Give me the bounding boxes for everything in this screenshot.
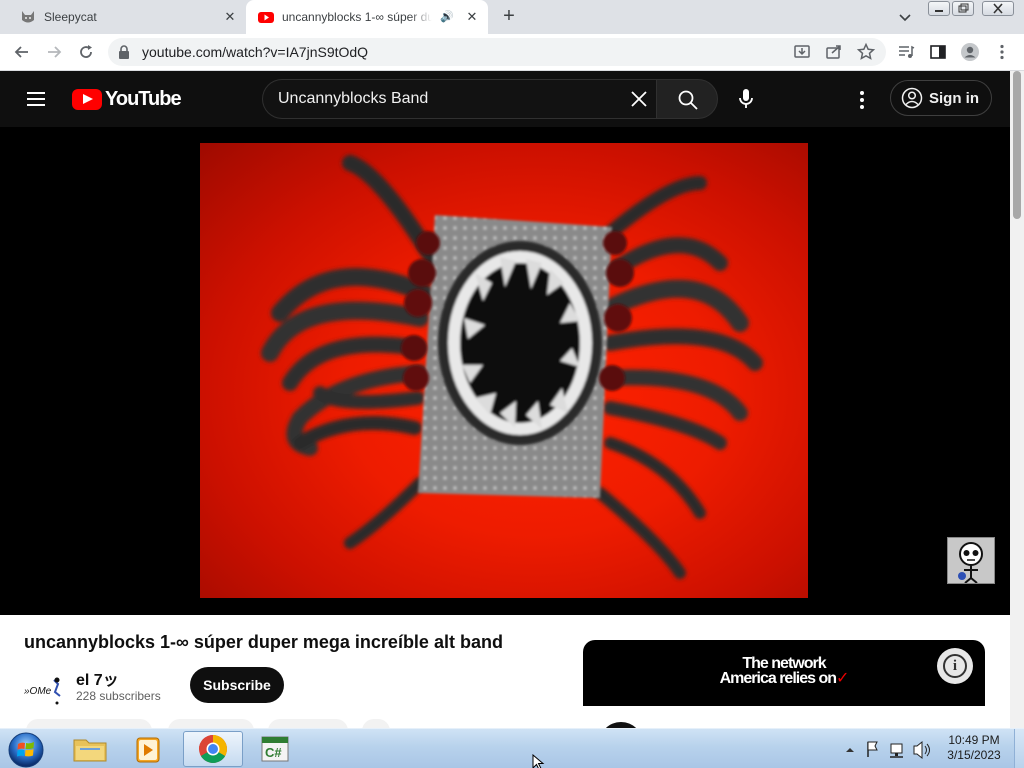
new-tab-button[interactable]: +	[498, 6, 520, 28]
tab-sleepycat[interactable]: Sleepycat ✕	[0, 0, 246, 34]
url-text[interactable]: youtube.com/watch?v=IA7jnS9tOdQ	[142, 44, 368, 60]
close-tab-icon[interactable]: ✕	[222, 9, 238, 25]
browser-toolbar: youtube.com/watch?v=IA7jnS9tOdQ	[0, 34, 1024, 71]
search-icon	[678, 90, 698, 110]
settings-menu-icon[interactable]	[850, 88, 874, 112]
show-hidden-icons-icon	[846, 748, 854, 752]
tab-title: uncannyblocks 1-∞ súper du	[282, 10, 432, 24]
subscriber-count: 228 subscribers	[76, 689, 161, 703]
reload-icon[interactable]	[76, 42, 96, 62]
svg-text:»OMe: »OMe	[24, 686, 52, 697]
logo-text: YouTube	[105, 87, 182, 110]
video-content-image	[261, 155, 763, 579]
svg-text:C#: C#	[265, 745, 282, 760]
share-icon[interactable]	[824, 42, 844, 62]
channel-watermark[interactable]	[947, 537, 995, 584]
sidebar-ad-banner[interactable]: The network America relies on✓ i	[583, 640, 985, 740]
restore-window-button[interactable]	[952, 1, 974, 16]
close-tab-icon[interactable]: ✕	[464, 9, 480, 25]
close-window-button[interactable]	[982, 1, 1014, 16]
ad-headline: The network America relies on✓	[583, 656, 985, 687]
video-info-area: uncannyblocks 1-∞ súper duper mega incre…	[0, 615, 1010, 740]
chrome-icon	[199, 735, 227, 763]
tab-title: Sleepycat	[44, 10, 97, 24]
back-arrow-icon[interactable]	[12, 42, 32, 62]
volume-icon	[913, 740, 930, 760]
profile-avatar-icon[interactable]	[960, 42, 980, 62]
media-player-icon	[136, 737, 160, 763]
show-desktop-button[interactable]	[1014, 729, 1024, 768]
taskbar-csharp-editor[interactable]: C#	[250, 731, 302, 767]
checkmark-icon: ✓	[836, 670, 849, 687]
youtube-play-logo-icon	[72, 88, 102, 110]
install-app-icon[interactable]	[792, 42, 812, 62]
action-center-flag-icon	[867, 741, 878, 757]
subscribe-button[interactable]: Subscribe	[190, 667, 284, 703]
tab-youtube-video[interactable]: uncannyblocks 1-∞ súper du 🔊 ✕	[246, 0, 488, 34]
windows-taskbar: C# 10:49 PM 3/15/2023	[0, 728, 1024, 768]
youtube-logo[interactable]: YouTube	[72, 87, 182, 111]
mouse-cursor-icon	[532, 754, 545, 768]
channel-name[interactable]: el 7ッ	[76, 666, 119, 690]
csharp-file-icon: C#	[261, 736, 289, 762]
account-circle-icon	[901, 87, 923, 109]
screen: Sleepycat ✕ uncannyblocks 1-∞ súper du 🔊…	[0, 0, 1024, 768]
folder-icon	[73, 739, 107, 762]
taskbar-file-explorer[interactable]	[64, 731, 116, 767]
chevron-down-icon[interactable]	[896, 8, 914, 26]
taskbar-chrome[interactable]	[183, 731, 243, 767]
scrollbar-thumb[interactable]	[1013, 71, 1021, 219]
search-button[interactable]	[656, 79, 718, 119]
sign-in-label: Sign in	[929, 89, 979, 107]
sign-in-button[interactable]: Sign in	[890, 80, 992, 116]
forward-arrow-icon[interactable]	[44, 42, 64, 62]
video-frame[interactable]	[200, 143, 808, 598]
info-icon: i	[943, 654, 967, 678]
kebab-menu-icon[interactable]	[992, 42, 1012, 62]
search-box[interactable]	[262, 79, 656, 119]
youtube-favicon-icon	[258, 12, 274, 23]
clear-search-icon[interactable]	[629, 89, 649, 109]
side-panel-icon[interactable]	[928, 42, 948, 62]
lock-icon[interactable]	[118, 45, 130, 59]
start-button[interactable]	[6, 730, 46, 768]
page-scrollbar[interactable]	[1010, 71, 1024, 728]
ad-line-2-text: America relies on	[719, 670, 837, 687]
hamburger-menu-icon[interactable]	[24, 87, 48, 111]
minimize-window-button[interactable]	[928, 1, 950, 16]
taskbar-clock[interactable]: 10:49 PM 3/15/2023	[934, 733, 1014, 763]
cat-favicon-icon	[22, 11, 34, 23]
bookmark-star-icon[interactable]	[856, 42, 876, 62]
system-tray	[846, 740, 930, 760]
ad-line-2: America relies on✓	[583, 670, 985, 687]
skull-face-icon	[948, 538, 994, 584]
clock-date: 3/15/2023	[947, 748, 1001, 762]
microphone-icon	[739, 89, 753, 108]
ad-info-button[interactable]: i	[937, 648, 973, 684]
speaker-icon[interactable]: 🔊	[440, 10, 454, 23]
media-controls-icon[interactable]	[896, 42, 916, 62]
taskbar-media-player[interactable]	[122, 731, 174, 767]
voice-search-button[interactable]	[726, 79, 766, 119]
network-icon	[890, 743, 903, 758]
youtube-header: YouTube Uncannyblocks Band Sign in	[0, 71, 1010, 127]
video-title: uncannyblocks 1-∞ súper duper mega incre…	[24, 632, 503, 652]
search-input[interactable]	[278, 80, 608, 118]
channel-avatar[interactable]: »OMe	[24, 670, 64, 710]
address-bar[interactable]: youtube.com/watch?v=IA7jnS9tOdQ	[108, 38, 886, 66]
clock-time: 10:49 PM	[948, 733, 1000, 747]
browser-tab-strip: Sleepycat ✕ uncannyblocks 1-∞ súper du 🔊…	[0, 0, 1024, 34]
video-player[interactable]	[0, 127, 1010, 615]
